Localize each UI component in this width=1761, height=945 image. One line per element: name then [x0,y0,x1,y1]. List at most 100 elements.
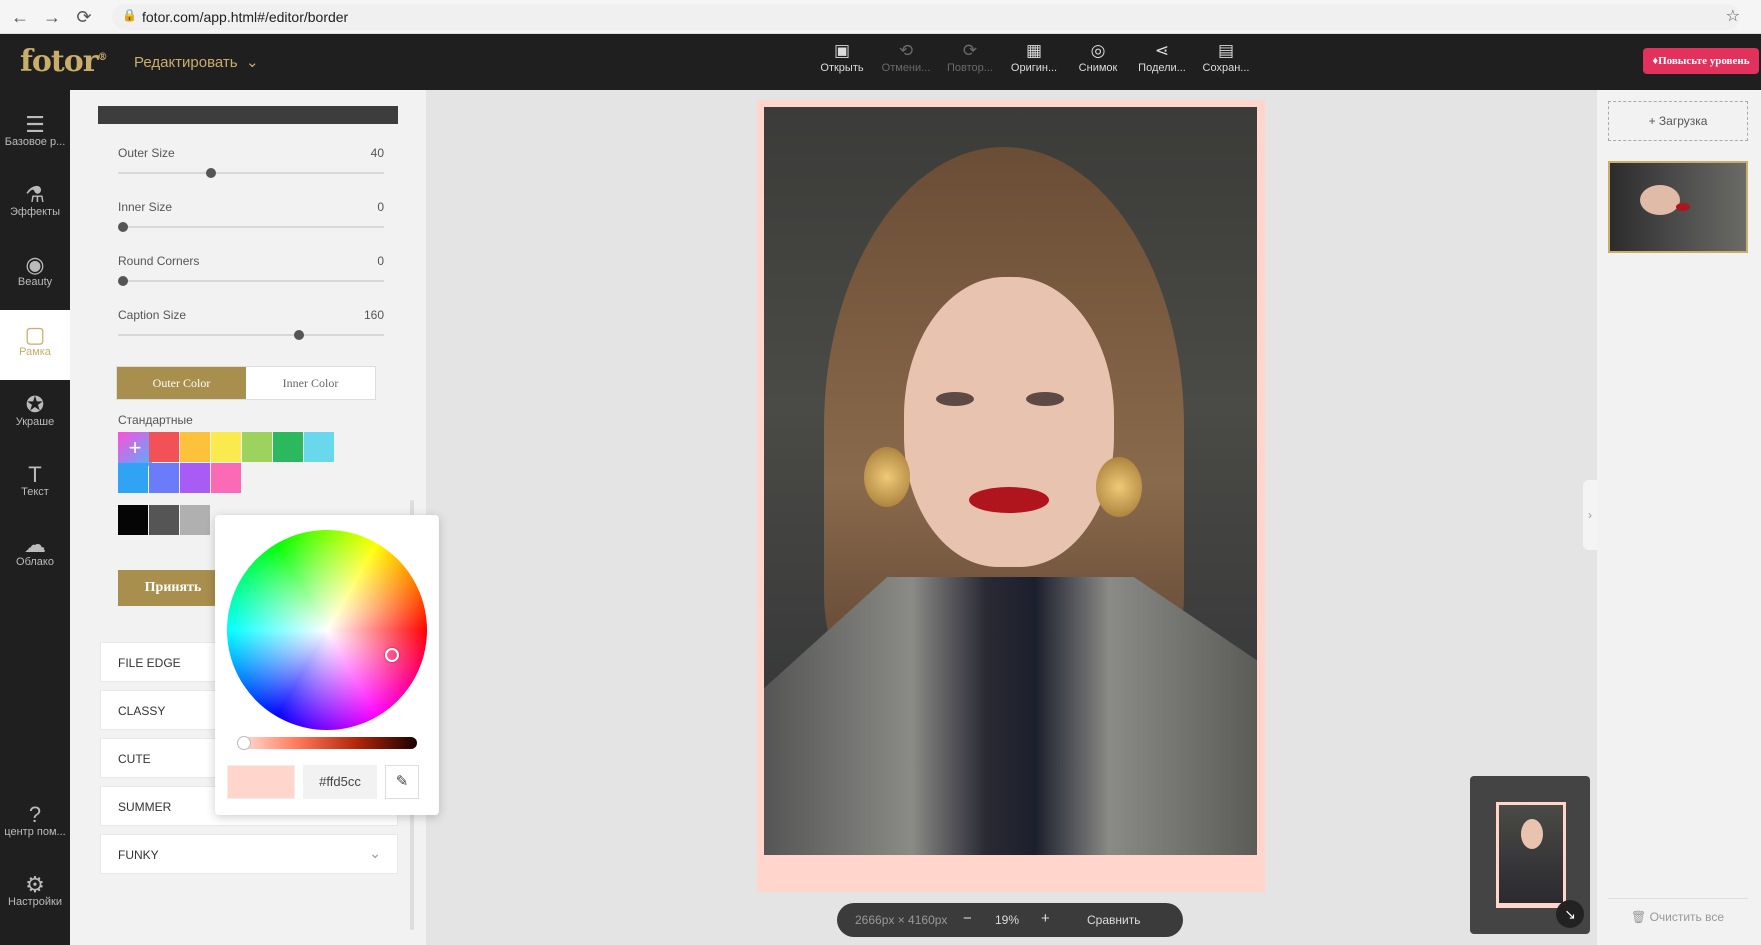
undo-icon: ⟲ [898,41,914,60]
star-icon[interactable]: ☆ [1726,6,1740,26]
photo-face [904,277,1114,567]
reload-icon[interactable]: ⟳ [72,5,96,29]
upgrade-button[interactable]: ♦Повысьте уровень [1643,48,1759,74]
color-swatch[interactable] [180,432,210,462]
right-panel-collapse-tab[interactable]: › [1583,480,1597,550]
browser-bar: ← → ⟳ 🔒 fotor.com/app.html#/editor/borde… [0,0,1761,34]
brightness-knob[interactable] [237,736,251,750]
slider-knob[interactable] [118,276,129,286]
save-icon: ▤ [1217,41,1235,60]
color-swatch[interactable] [273,432,303,462]
color-swatch[interactable] [242,432,272,462]
rail-help-center[interactable]: ? центр пом... [0,790,70,860]
rail-text[interactable]: T Текст [0,450,70,520]
rail-beauty[interactable]: ◉ Beauty [0,240,70,310]
category-funky[interactable]: FUNKY ⌄ [100,834,398,874]
eyedropper-icon[interactable]: ✎ [385,765,419,799]
color-swatch[interactable] [118,463,148,493]
save-button[interactable]: ▤ Сохран... [1194,38,1258,88]
clear-all-button[interactable]: 🗑 Очистить все [1631,910,1724,924]
color-swatch[interactable] [180,505,210,535]
photo-earring [1096,457,1142,517]
portrait-photo[interactable] [764,107,1257,855]
help-icon: ? [28,802,42,827]
color-tabs: Outer Color Inner Color [116,366,376,400]
upload-button[interactable]: + Загрузка [1608,101,1748,141]
rail-settings[interactable]: ⚙ Настройки [0,860,70,930]
color-preview [227,765,295,799]
lock-icon: 🔒 [122,8,137,22]
undo-button[interactable]: ⟲ Отмени... [874,38,938,88]
zoom-in-button[interactable]: + [1041,910,1050,927]
color-swatch[interactable] [180,463,210,493]
outer-size-slider[interactable]: Outer Size 40 [118,146,384,186]
share-icon: ⋖ [1154,41,1170,60]
canvas-frame[interactable] [757,100,1265,892]
star-badge-icon: ✪ [25,392,45,417]
original-button[interactable]: ▦ Оригин... [1002,38,1066,88]
slider-knob[interactable] [118,222,129,232]
main-toolbar: ▣ Открыть ⟲ Отмени... ⟳ Повтор... ▦ Оригин..… [810,38,1258,88]
hex-color-input[interactable]: #ffd5cc [303,765,377,799]
color-swatch[interactable] [211,463,241,493]
color-swatch[interactable] [304,432,334,462]
eye-icon: ◉ [25,252,45,277]
sliders-icon: ☰ [25,112,45,137]
color-swatch[interactable] [149,463,179,493]
compare-button[interactable]: Сравнить [1087,913,1140,927]
text-icon: T [28,462,42,487]
redo-icon: ⟳ [962,41,978,60]
image-dimensions: 2666px × 4160px [855,913,948,927]
rail-decorations[interactable]: ✪ Украше [0,380,70,450]
open-button[interactable]: ▣ Открыть [810,38,874,88]
zoom-out-button[interactable]: − [963,910,972,927]
image-icon: ▦ [1025,41,1043,60]
add-color-button[interactable]: + [118,432,152,466]
open-icon: ▣ [833,41,851,60]
color-swatch[interactable] [118,505,148,535]
zoom-level: 19% [995,913,1020,927]
navigator-thumbnail[interactable] [1496,802,1566,908]
photo-eye [936,392,974,406]
rail-effects[interactable]: ⚗ Эффекты [0,170,70,240]
chevron-down-icon: ⌄ [369,845,381,861]
forward-icon[interactable]: → [40,5,64,29]
color-swatch[interactable] [149,505,179,535]
rail-basic-edit[interactable]: ☰ Базовое р... [0,100,70,170]
color-picker-popup: #ffd5cc ✎ [215,515,439,815]
snapshot-button[interactable]: ◎ Снимок [1066,38,1130,88]
color-swatch[interactable] [211,432,241,462]
round-corners-slider[interactable]: Round Corners 0 [118,254,384,294]
fotor-logo[interactable]: fotor® [20,44,108,79]
image-thumbnail[interactable] [1608,161,1748,253]
tab-inner-color[interactable]: Inner Color [246,367,375,399]
rail-cloud[interactable]: ☁ Облако [0,520,70,590]
url-text: fotor.com/app.html#/editor/border [142,9,349,25]
expand-icon[interactable]: ↘ [1556,900,1584,928]
address-bar[interactable]: 🔒 fotor.com/app.html#/editor/border ☆ [112,4,1740,30]
photo-lips [969,487,1049,513]
edit-menu-dropdown[interactable]: Редактировать ⌄ [134,53,259,71]
navigator-panel: ↘ [1470,776,1590,934]
rail-frame[interactable]: ▢ Рамка [0,310,70,380]
snapshot-icon: ◎ [1090,41,1106,60]
redo-button[interactable]: ⟳ Повтор... [938,38,1002,88]
color-wheel[interactable] [227,530,427,730]
cloud-icon: ☁ [24,532,46,557]
left-rail: ☰ Базовое р... ⚗ Эффекты ◉ Beauty ▢ Рамка ✪ У… [0,90,70,945]
slider-knob[interactable] [293,330,304,340]
caption-size-slider[interactable]: Caption Size 160 [118,308,384,348]
slider-knob[interactable] [206,168,217,178]
color-wheel-knob[interactable] [385,648,399,662]
accept-button[interactable]: Принять [118,570,228,606]
standard-colors-label: Стандартные [118,413,193,427]
photo-earring [864,447,910,507]
color-swatch[interactable] [149,432,179,462]
zoom-status-bar: 2666px × 4160px − 19% + Сравнить [837,903,1183,937]
gear-icon: ⚙ [25,872,45,897]
inner-size-slider[interactable]: Inner Size 0 [118,200,384,240]
brightness-slider[interactable] [237,737,417,749]
share-button[interactable]: ⋖ Подели... [1130,38,1194,88]
back-icon[interactable]: ← [8,5,32,29]
tab-outer-color[interactable]: Outer Color [117,367,246,399]
